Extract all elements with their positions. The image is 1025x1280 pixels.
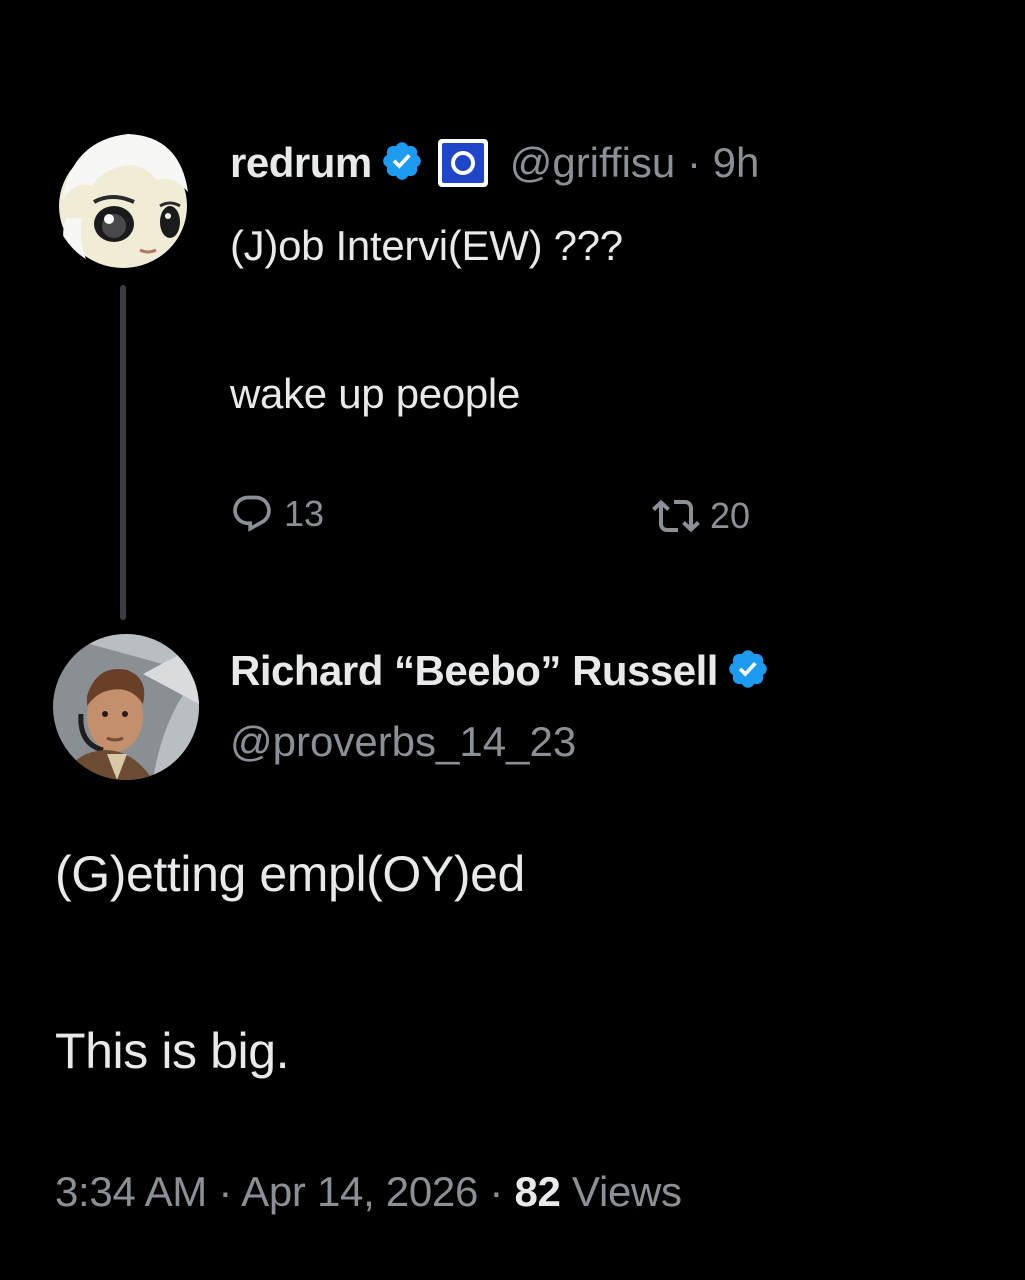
reply-text-line2: This is big. [55,1023,290,1079]
separator-dot: · [218,1168,233,1215]
tweet-meta: 3:34 AM · Apr 14, 2026 · 82 Views [55,1168,682,1216]
reply-count: 13 [284,493,325,534]
pilot-photo-avatar-icon [53,634,199,780]
retweet-icon [652,499,700,533]
reply-icon [233,495,271,532]
anime-doll-avatar-icon [52,122,194,270]
parent-text-line2: wake up people [230,370,521,417]
parent-time-ago: 9h [712,139,760,186]
parent-display-name[interactable]: redrum [230,139,372,187]
affiliation-badge-icon[interactable] [437,139,488,187]
reply-text-line1: (G)etting empl(OY)ed [55,846,525,902]
views-count: 82 [514,1168,561,1215]
separator-dot: · [686,139,701,186]
verified-badge-icon [380,139,424,188]
parent-text-line1: (J)ob Intervi(EW) ??? [230,222,623,269]
separator-dot: · [489,1168,504,1215]
reply-handle[interactable]: @proverbs_14_23 [230,718,576,766]
reply-button[interactable]: 13 [230,492,324,536]
parent-avatar[interactable] [52,122,194,270]
tweet-date[interactable]: Apr 14, 2026 [241,1168,478,1215]
reply-header: Richard “Beebo” Russell [230,643,770,699]
tweet-timestamp[interactable]: 3:34 AM [55,1168,207,1215]
tweet-screenshot: redrum @griffisu · 9h (J)ob Intervi(EW) … [0,0,1025,1280]
parent-handle-time[interactable]: @griffisu · 9h [510,139,760,187]
parent-handle: @griffisu [509,139,676,186]
reply-avatar[interactable] [53,634,199,780]
views-label: Views [571,1168,682,1215]
verified-badge-icon [726,647,770,696]
retweet-button[interactable]: 20 [652,492,750,540]
retweet-count: 20 [710,495,751,536]
thread-connector-line [120,285,126,620]
reply-display-name[interactable]: Richard “Beebo” Russell [230,647,718,695]
parent-header: redrum @griffisu · 9h [230,135,759,191]
